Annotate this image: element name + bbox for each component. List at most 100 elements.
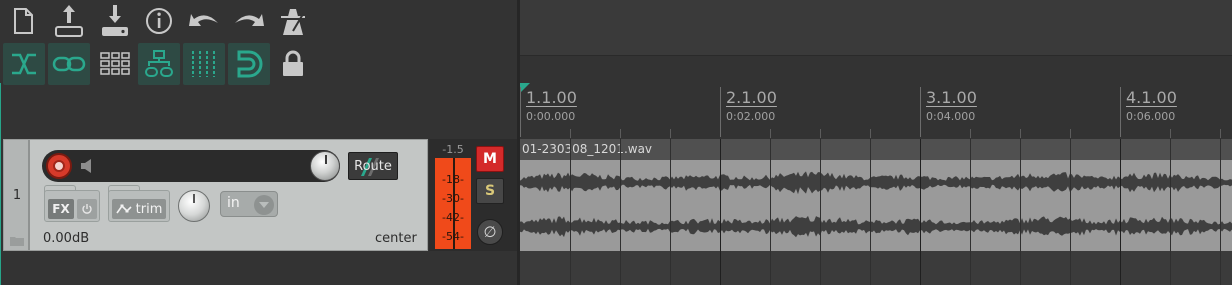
grid-line	[620, 139, 621, 285]
grid-line	[570, 139, 571, 285]
meter-peak-readout[interactable]: -1.5	[435, 143, 471, 156]
auto-crossfade-button[interactable]	[3, 43, 45, 85]
beat-tick	[1070, 129, 1071, 138]
vu-meter[interactable]: -18- -30- -42- -54-	[435, 158, 471, 249]
bar-line	[520, 87, 521, 137]
bar-line	[920, 87, 921, 137]
record-arm-icon	[53, 160, 65, 172]
meter-panel: -1.5 -18- -30- -42- -54- M S ∅	[429, 139, 517, 251]
ripple-link-button[interactable]	[48, 43, 90, 85]
metronome-button[interactable]	[272, 0, 314, 42]
redo-button[interactable]	[228, 0, 270, 42]
open-download-icon	[102, 5, 128, 36]
link-icon	[52, 56, 86, 72]
beat-tick	[620, 129, 621, 138]
grid-line	[920, 139, 921, 285]
time-label: 0:02.000	[726, 110, 776, 123]
input-select[interactable]: in	[220, 191, 278, 217]
beat-tick	[1170, 129, 1171, 138]
beat-tick	[870, 129, 871, 138]
fx-bypass-button[interactable]	[77, 199, 97, 219]
waveform-area[interactable]	[520, 160, 1232, 251]
item-label-bar[interactable]: 01-230308_1201.wav	[520, 139, 1232, 160]
bar-label: 2.1.00	[726, 88, 777, 107]
timeline-ruler[interactable]: 1.1.00 0:00.000 2.1.00 0:02.000 3.1.00 0…	[520, 83, 1232, 138]
bar-label: 3.1.00	[926, 88, 977, 107]
undo-button[interactable]	[183, 0, 225, 42]
grid-line	[1120, 139, 1121, 285]
time-label: 0:00.000	[526, 110, 576, 123]
meter-tick-label: -18-	[442, 173, 464, 186]
item-name: 01-230308_1201.wav	[522, 142, 653, 156]
meter-tick-label: -42-	[442, 211, 464, 224]
tempo-lane[interactable]	[520, 57, 1232, 83]
bar-line	[720, 87, 721, 137]
chevron-down-icon	[254, 195, 274, 215]
fx-button[interactable]: FX	[48, 199, 74, 219]
pan-readout: center	[375, 231, 417, 246]
beat-tick	[1220, 129, 1221, 138]
route-button[interactable]: Route	[348, 152, 398, 180]
grid-line	[720, 139, 721, 285]
automation-mode-group: trim	[108, 190, 170, 222]
redo-icon	[235, 14, 264, 26]
beat-tick	[1020, 129, 1021, 138]
undo-icon	[189, 14, 218, 26]
volume-readout: 0.00dB	[43, 231, 90, 246]
snap-toggle-button[interactable]	[228, 43, 270, 85]
envelope-icon	[115, 204, 132, 214]
snap-magnet-icon	[237, 50, 263, 78]
phase-invert-button[interactable]: ∅	[477, 219, 503, 245]
input-select-label: in	[227, 195, 240, 211]
edit-cursor	[0, 83, 1, 285]
grid-line	[1020, 139, 1021, 285]
beat-tick	[770, 129, 771, 138]
main-toolbar	[0, 0, 517, 138]
save-project-button[interactable]	[48, 0, 90, 42]
new-project-button[interactable]	[2, 0, 44, 42]
new-project-icon	[14, 8, 33, 34]
media-item[interactable]: 01-230308_1201.wav	[520, 139, 1232, 251]
open-project-button[interactable]	[94, 0, 136, 42]
mute-button[interactable]: M	[476, 146, 504, 172]
audio-waveform	[520, 171, 1232, 238]
region-marker-lane[interactable]	[520, 0, 1232, 56]
record-arm-button[interactable]	[46, 153, 72, 179]
lock-button[interactable]	[272, 43, 314, 85]
beat-tick	[570, 129, 571, 138]
power-icon	[82, 204, 92, 214]
item-grouping-icon	[145, 50, 173, 77]
meter-tick-label: -30-	[442, 192, 464, 205]
fx-group: FX	[44, 190, 100, 222]
auto-crossfade-icon	[12, 53, 36, 75]
track-control-panel[interactable]: 1 Route FX trim in 0.00dB center	[3, 139, 428, 251]
folder-icon[interactable]	[10, 236, 24, 246]
track-number: 1	[12, 188, 22, 203]
arrange-view[interactable]: 01-230308_1201.wav	[520, 139, 1232, 285]
grid-line	[1070, 139, 1071, 285]
speaker-icon[interactable]	[80, 158, 98, 174]
grid-line	[1170, 139, 1171, 285]
track-name-field[interactable]	[42, 150, 340, 182]
item-grouping-button[interactable]	[138, 43, 180, 85]
grid-line	[770, 139, 771, 285]
volume-knob[interactable]	[310, 151, 340, 181]
project-info-button[interactable]	[138, 0, 180, 42]
solo-button[interactable]: S	[476, 178, 504, 204]
grid-view-button[interactable]	[94, 43, 136, 85]
pan-knob[interactable]	[178, 190, 210, 222]
snap-grid-icon	[192, 51, 215, 77]
grid-icon	[100, 52, 130, 75]
grid-line	[870, 139, 871, 285]
save-upload-icon	[55, 5, 83, 37]
snap-grid-button[interactable]	[183, 43, 225, 85]
bar-label: 1.1.00	[526, 88, 577, 107]
info-icon	[146, 8, 172, 34]
grid-line	[820, 139, 821, 285]
automation-mode-button[interactable]: trim	[112, 199, 166, 219]
bar-label: 4.1.00	[1126, 88, 1177, 107]
track-number-column[interactable]: 1	[4, 140, 30, 250]
time-label: 0:04.000	[926, 110, 976, 123]
automation-mode-label: trim	[135, 201, 163, 217]
metronome-icon	[281, 9, 305, 35]
